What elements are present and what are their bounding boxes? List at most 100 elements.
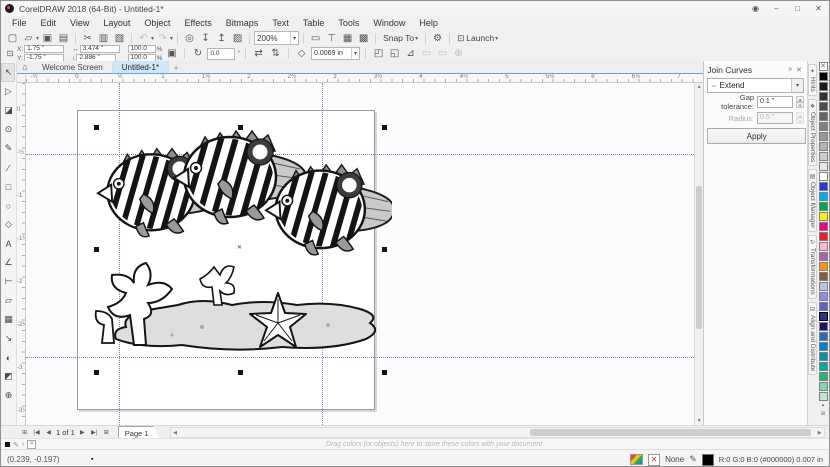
color-swatch[interactable] — [818, 92, 828, 101]
paste-icon[interactable]: ▧ — [112, 31, 127, 45]
document-palette-swatch[interactable] — [5, 442, 10, 447]
selection-handle[interactable] — [237, 370, 243, 375]
selection-handle[interactable] — [93, 125, 99, 130]
color-swatch[interactable] — [818, 282, 828, 291]
color-swatch[interactable] — [818, 232, 828, 241]
fish-clipart-artwork[interactable] — [82, 113, 392, 373]
color-swatch-none[interactable]: ✕ — [818, 62, 828, 71]
launch-dropdown[interactable]: ⊡ Launch ▾ — [454, 32, 501, 45]
show-guidelines-icon[interactable]: ▩ — [356, 31, 371, 45]
rotation-angle-field[interactable]: 0.0 — [207, 47, 236, 60]
color-swatch[interactable] — [818, 332, 828, 341]
docker-collapse-icon[interactable]: » — [786, 66, 794, 73]
object-width-field[interactable]: 3.474 " — [79, 45, 120, 53]
color-eyedropper-tool[interactable]: ↘ — [1, 329, 15, 348]
eyedropper-icon[interactable]: ✎ — [13, 441, 19, 449]
docker-tab-transformations[interactable]: ↻ Transformations — [808, 235, 818, 299]
color-swatch[interactable] — [818, 362, 828, 371]
menu-edit[interactable]: Edit — [34, 16, 64, 30]
palette-expand-button[interactable]: ⊞ — [819, 410, 828, 418]
scroll-left-arrow[interactable]: ◀ — [171, 430, 180, 436]
rectangle-tool[interactable]: □ — [1, 177, 15, 196]
print-icon[interactable]: ▤ — [56, 31, 71, 45]
menu-view[interactable]: View — [63, 16, 96, 30]
no-color-swatch[interactable]: ✕ — [27, 440, 37, 449]
snap-to-dropdown[interactable]: Snap To ▾ — [380, 32, 421, 45]
color-swatch[interactable] — [818, 222, 828, 231]
pick-tool[interactable]: ↖ — [1, 63, 16, 82]
zoom-tool[interactable]: ⊙ — [1, 120, 15, 139]
show-rulers-icon[interactable]: ⊤ — [324, 31, 339, 45]
color-swatch[interactable] — [818, 212, 828, 221]
add-page-button[interactable]: ⊞ — [101, 429, 112, 436]
vertical-scrollbar[interactable]: ▲ ▼ — [694, 83, 704, 425]
open-icon[interactable]: ▱ — [21, 31, 36, 45]
color-swatch[interactable] — [818, 112, 828, 121]
color-swatch[interactable] — [818, 72, 828, 81]
horizontal-ruler[interactable]: -½ 0 ½ 1 1½ 2 2½ 3 3½ 4 4½ 5 5½ 6 6½ 7 — [25, 74, 704, 83]
color-swatch[interactable] — [818, 322, 828, 331]
gap-tolerance-spinner[interactable]: ▲ ▼ — [796, 96, 805, 108]
menu-object[interactable]: Object — [137, 16, 177, 30]
lock-ratio-button[interactable]: ▣ — [164, 47, 179, 61]
docker-tab-object-properties[interactable]: ❖ Object Properties — [808, 98, 818, 167]
color-swatch[interactable] — [818, 302, 828, 311]
minimize-button[interactable]: – — [766, 1, 787, 16]
previous-page-button[interactable]: ◀ — [43, 429, 54, 436]
parallel-dimension-tool[interactable]: ∠ — [1, 253, 15, 272]
ellipse-tool[interactable]: ○ — [1, 196, 15, 215]
menu-effects[interactable]: Effects — [177, 16, 218, 30]
selection-handle[interactable] — [381, 370, 387, 375]
next-page-button[interactable]: ▶ — [77, 429, 88, 436]
text-tool[interactable]: A — [1, 234, 15, 253]
chevron-down-icon[interactable]: ▾ — [290, 32, 296, 44]
drawing-canvas[interactable]: ✕ — [25, 83, 695, 425]
scale-h-field[interactable]: 100.0 — [127, 45, 156, 53]
color-swatch[interactable] — [818, 352, 828, 361]
drop-shadow-tool[interactable]: ▱ — [1, 291, 15, 310]
new-document-icon[interactable]: ▢ — [5, 31, 20, 45]
convert-to-curves-icon[interactable]: ⊿ — [403, 47, 418, 61]
palette-scroll-down-button[interactable]: ▾ — [819, 402, 828, 410]
add-tools-button[interactable]: ⊕ — [1, 386, 15, 405]
export-icon[interactable]: ↥ — [214, 31, 229, 45]
color-swatch[interactable] — [818, 372, 828, 381]
vertical-scroll-thumb[interactable] — [696, 185, 703, 330]
selection-handle[interactable] — [381, 125, 387, 130]
color-swatch[interactable] — [818, 292, 828, 301]
docker-tab-hints[interactable]: ✦ Hints — [808, 64, 818, 96]
menu-file[interactable]: File — [5, 16, 34, 30]
chevron-down-icon[interactable]: ▾ — [36, 35, 39, 42]
show-grid-icon[interactable]: ▦ — [340, 31, 355, 45]
two-point-line-tool[interactable]: ∕ — [1, 158, 15, 177]
menu-bitmaps[interactable]: Bitmaps — [219, 16, 266, 30]
mirror-horizontal-button[interactable]: ⇄ — [251, 47, 266, 61]
scroll-up-arrow[interactable]: ▲ — [695, 83, 703, 91]
color-swatch[interactable] — [818, 152, 828, 161]
menu-text[interactable]: Text — [265, 16, 296, 30]
chevron-down-icon[interactable]: ▾ — [791, 79, 804, 92]
color-swatch[interactable] — [818, 192, 828, 201]
ruler-origin-corner[interactable] — [16, 74, 26, 83]
first-page-button[interactable]: |◀ — [31, 429, 42, 436]
apply-button[interactable]: Apply — [707, 128, 807, 144]
cut-icon[interactable]: ✂ — [80, 31, 95, 45]
selection-handle[interactable] — [93, 370, 99, 375]
chevron-down-icon[interactable]: ▾ — [351, 48, 357, 59]
color-swatch[interactable] — [818, 382, 828, 391]
color-swatch[interactable] — [818, 162, 828, 171]
color-swatch[interactable] — [818, 102, 828, 111]
document-tab-untitled-1-[interactable]: Untitled-1* — [112, 61, 170, 73]
horizontal-scrollbar[interactable]: ◀ ▶ — [169, 427, 825, 438]
color-swatch[interactable] — [818, 272, 828, 281]
horizontal-scroll-thumb[interactable] — [529, 429, 811, 436]
color-swatch[interactable] — [818, 182, 828, 191]
menu-table[interactable]: Table — [296, 16, 332, 30]
interactive-fill-tool[interactable]: ◐ — [1, 348, 15, 367]
publish-pdf-icon[interactable]: ▨ — [230, 31, 245, 45]
color-swatch[interactable] — [818, 202, 828, 211]
options-gear-icon[interactable]: ⚙ — [430, 31, 445, 45]
search-content-icon[interactable]: ◎ — [182, 31, 197, 45]
gap-tolerance-field[interactable]: 0.1 " — [757, 96, 794, 108]
import-icon[interactable]: ↧ — [198, 31, 213, 45]
